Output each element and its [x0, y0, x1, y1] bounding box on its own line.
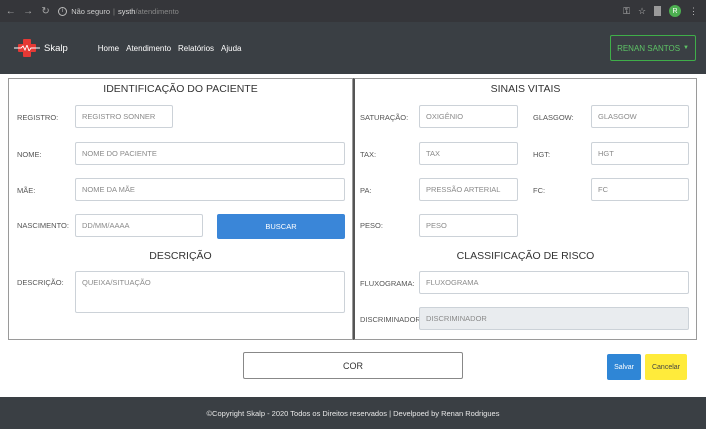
footer: ©Copyright Skalp - 2020 Todos os Direito…: [0, 397, 706, 429]
url-path: /atendimento: [135, 6, 179, 16]
star-icon[interactable]: ☆: [638, 6, 646, 17]
profile-avatar[interactable]: R: [669, 5, 682, 17]
hgt-label: HGT:: [533, 150, 551, 159]
saturacao-input[interactable]: [419, 105, 518, 128]
mae-label: MÃE:: [17, 186, 36, 195]
buscar-button[interactable]: BUSCAR: [217, 214, 345, 239]
registro-label: REGISTRO:: [17, 113, 59, 122]
nome-input[interactable]: [75, 142, 345, 165]
salvar-button[interactable]: Salvar: [607, 354, 641, 380]
url-host: systh: [117, 6, 136, 16]
nascimento-input[interactable]: [75, 214, 203, 237]
nascimento-label: NASCIMENTO:: [17, 221, 69, 230]
key-icon[interactable]: ⚿: [623, 6, 630, 17]
discriminador-input: [419, 307, 689, 330]
fc-input[interactable]: [591, 178, 689, 201]
forward-arrow-icon[interactable]: →: [21, 4, 34, 18]
user-name: RENAN SANTOS: [617, 43, 681, 53]
url-separator: |: [113, 6, 115, 16]
risk-section-title: CLASSIFICAÇÃO DE RISCO: [456, 250, 595, 262]
fc-label: FC:: [533, 186, 546, 195]
back-arrow-icon[interactable]: ←: [4, 4, 17, 18]
nav-ajuda-link[interactable]: Ajuda: [221, 44, 241, 53]
app-navbar: Skalp Home Atendimento Relatórios Ajuda …: [0, 22, 706, 74]
nome-label: NOME:: [17, 150, 42, 159]
reload-icon[interactable]: ↻: [39, 4, 52, 18]
footer-copyright: ©Copyright Skalp - 2020 Todos os Direito…: [206, 408, 500, 418]
info-icon[interactable]: i: [58, 6, 68, 16]
patient-panel: IDENTIFICAÇÃO DO PACIENTE REGISTRO: NOME…: [8, 78, 353, 340]
vitals-section-title: SINAIS VITAIS: [490, 83, 561, 95]
nav-home-link[interactable]: Home: [98, 44, 119, 53]
glasgow-input[interactable]: [591, 105, 689, 128]
caret-down-icon: ▼: [683, 45, 689, 51]
pa-input[interactable]: [419, 178, 518, 201]
brand-name: Skalp: [44, 42, 68, 54]
mae-input[interactable]: [75, 178, 345, 201]
pa-label: PA:: [360, 186, 372, 195]
main-content: IDENTIFICAÇÃO DO PACIENTE REGISTRO: NOME…: [0, 74, 706, 397]
browser-toolbar: ← → ↻ i Não seguro | systh/atendimento ⚿…: [0, 0, 706, 22]
cancelar-button[interactable]: Cancelar: [645, 354, 687, 380]
menu-dots-icon[interactable]: ⋮: [689, 6, 698, 17]
descricao-label: DESCRIÇÃO:: [17, 278, 64, 287]
discriminador-label: DISCRIMINADOR:: [360, 315, 423, 324]
security-label: Não seguro: [71, 6, 110, 16]
address-bar[interactable]: i Não seguro | systh/atendimento: [58, 3, 623, 19]
hgt-input[interactable]: [591, 142, 689, 165]
user-menu-button[interactable]: RENAN SANTOS ▼: [610, 35, 696, 61]
patient-section-title: IDENTIFICAÇÃO DO PACIENTE: [103, 83, 258, 95]
medical-cross-logo-icon: [14, 38, 40, 58]
peso-input[interactable]: [419, 214, 518, 237]
tax-input[interactable]: [419, 142, 518, 165]
nav-links: Home Atendimento Relatórios Ajuda: [98, 44, 242, 53]
fluxograma-input[interactable]: [419, 271, 689, 294]
glasgow-label: GLASGOW:: [533, 113, 574, 122]
registro-input[interactable]: [75, 105, 173, 128]
descricao-textarea[interactable]: [75, 271, 345, 313]
nav-relatorios-link[interactable]: Relatórios: [178, 44, 214, 53]
nav-atendimento-link[interactable]: Atendimento: [126, 44, 171, 53]
saturacao-label: SATURAÇÃO:: [360, 113, 409, 122]
extension-icon[interactable]: [654, 6, 662, 16]
fluxograma-label: FLUXOGRAMA:: [360, 279, 415, 288]
brand[interactable]: Skalp: [14, 38, 68, 58]
vitals-panel: SINAIS VITAIS SATURAÇÃO: GLASGOW: TAX: H…: [353, 78, 697, 340]
cor-button[interactable]: COR: [243, 352, 463, 379]
tax-label: TAX:: [360, 150, 377, 159]
descricao-section-title: DESCRIÇÃO: [149, 250, 212, 262]
peso-label: PESO:: [360, 221, 383, 230]
